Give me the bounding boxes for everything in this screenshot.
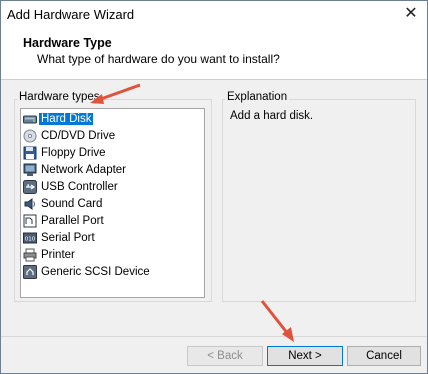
explanation-label: Explanation [225,91,290,103]
serial-port-icon: 010 [23,231,37,245]
list-item-serial-port[interactable]: 010 Serial Port [23,229,97,246]
printer-icon [23,248,37,262]
list-item-label: Floppy Drive [41,146,106,159]
list-item-label: Serial Port [41,231,95,244]
cd-dvd-icon [23,129,37,143]
cancel-button[interactable]: Cancel [347,346,421,366]
list-item-label: Sound Card [41,197,103,210]
list-item-label: Hard Disk [39,112,94,125]
page-title: Hardware Type [23,36,112,50]
scsi-device-icon [23,264,37,279]
explanation-group: Explanation Add a hard disk. [222,91,416,302]
list-item-hard-disk[interactable]: Hard Disk [23,110,94,127]
list-item-label: Generic SCSI Device [41,265,150,278]
hardware-types-group: Hardware types Hard Disk CD/DVD Drive Fl… [14,91,212,302]
hardware-types-label: Hardware types [17,91,102,103]
usb-icon [23,179,37,194]
parallel-port-icon [23,214,37,228]
list-item-label: USB Controller [41,180,118,193]
hard-disk-icon [23,112,37,126]
list-item-cd-dvd[interactable]: CD/DVD Drive [23,127,117,144]
svg-text:010: 010 [25,236,36,242]
divider [1,336,427,337]
list-item-parallel-port[interactable]: Parallel Port [23,212,106,229]
list-item-label: Parallel Port [41,214,104,227]
next-button[interactable]: Next > [267,346,343,366]
list-item-label: Printer [41,248,75,261]
network-adapter-icon [23,163,37,177]
close-icon[interactable]: ✕ [399,3,423,25]
back-button[interactable]: < Back [187,346,263,366]
list-item-printer[interactable]: Printer [23,246,77,263]
sound-card-icon [23,197,37,211]
list-item-usb-controller[interactable]: USB Controller [23,178,120,195]
window-title: Add Hardware Wizard [7,7,135,22]
list-item-network-adapter[interactable]: Network Adapter [23,161,128,178]
hardware-types-list[interactable]: Hard Disk CD/DVD Drive Floppy Drive Netw… [20,108,205,298]
title-bar: Add Hardware Wizard ✕ [1,1,427,29]
explanation-text: Add a hard disk. [230,110,314,122]
wizard-window: Add Hardware Wizard ✕ Hardware Type What… [0,0,428,374]
list-item-floppy[interactable]: Floppy Drive [23,144,108,161]
list-item-label: Network Adapter [41,163,127,176]
floppy-icon [23,146,37,160]
list-item-sound-card[interactable]: Sound Card [23,195,104,212]
list-item-label: CD/DVD Drive [41,129,116,142]
wizard-header: Hardware Type What type of hardware do y… [1,29,427,80]
page-subtitle: What type of hardware do you want to ins… [37,52,280,66]
list-item-generic-scsi[interactable]: Generic SCSI Device [23,263,152,280]
